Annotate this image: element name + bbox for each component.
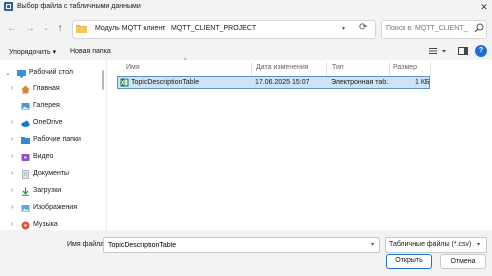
filename-input[interactable] (103, 237, 380, 253)
sidebar-item-label: Рабочий стол (29, 69, 73, 76)
sidebar-item-work-folders[interactable]: › Рабочие папки (0, 133, 104, 149)
sidebar-item-label: Музыка (33, 221, 58, 228)
home-icon (21, 85, 30, 94)
back-arrow-icon[interactable]: ← (5, 22, 19, 36)
folder-icon (76, 25, 87, 33)
file-type-filter-value: Табличные файлы (*.csv) (389, 241, 472, 248)
onedrive-icon (21, 120, 30, 127)
column-header-name[interactable]: Имя (126, 64, 140, 71)
filter-dropdown-chevron-icon[interactable]: ▾ (477, 241, 480, 248)
documents-icon (22, 170, 29, 179)
preview-pane-icon[interactable] (458, 46, 468, 56)
chevron-right-icon[interactable]: › (11, 85, 13, 92)
sidebar-item-label: Видео (33, 153, 54, 160)
sidebar-item-pictures[interactable]: › Изображения (0, 201, 104, 217)
sidebar-item-desktop[interactable]: ⌄ Рабочий стол (0, 66, 104, 82)
chevron-down-icon[interactable]: ⌄ (5, 69, 11, 77)
file-date: 17.06.2025 15:07 (255, 79, 310, 86)
sidebar-item-home[interactable]: › Главная (0, 82, 104, 98)
chevron-right-icon[interactable]: › (11, 187, 13, 194)
work-folders-icon (21, 137, 30, 144)
sidebar-item-documents[interactable]: › Документы (0, 167, 104, 183)
view-options-icon[interactable] (428, 46, 448, 56)
refresh-icon[interactable]: ⟳ (359, 22, 367, 33)
sidebar-scrollbar[interactable] (102, 70, 104, 90)
breadcrumb-item[interactable]: Модуль MQTT клиент (95, 25, 166, 32)
chevron-right-icon[interactable]: › (11, 170, 13, 177)
search-icon[interactable] (474, 23, 484, 33)
gallery-icon (21, 103, 30, 110)
sidebar-item-gallery[interactable]: Галерея (0, 99, 104, 115)
cancel-button[interactable]: Отмена (440, 254, 486, 269)
navigation-pane: ⌄ Рабочий стол › Главная Галерея › OneDr… (0, 60, 104, 230)
sidebar-item-onedrive[interactable]: › OneDrive (0, 116, 104, 132)
recent-locations-chevron-icon[interactable]: ⌄ (39, 22, 53, 36)
filename-label: Имя файла: (67, 241, 107, 248)
pane-divider[interactable] (106, 60, 107, 230)
app-icon (4, 2, 13, 11)
filename-dropdown-chevron-icon[interactable]: ▾ (371, 241, 374, 248)
sidebar-item-downloads[interactable]: › Загрузки (0, 184, 104, 200)
help-icon[interactable]: ? (475, 45, 487, 57)
chevron-right-icon[interactable]: › (11, 153, 13, 160)
column-header-date[interactable]: Дата изменения (256, 64, 309, 71)
column-divider[interactable] (389, 62, 390, 76)
open-button[interactable]: Открыть (386, 254, 432, 269)
breadcrumb-separator: › (162, 25, 165, 32)
sidebar-item-label: Главная (33, 85, 60, 92)
search-placeholder: Поиск в: MQTT_CLIENT_PR... (386, 25, 468, 32)
column-header-size[interactable]: Размер (393, 64, 417, 71)
file-type: Электронная таб... (331, 79, 389, 86)
column-divider[interactable] (430, 62, 431, 76)
spreadsheet-file-icon (120, 78, 129, 87)
pictures-icon (21, 205, 30, 212)
address-dropdown-chevron-icon[interactable]: ▾ (342, 25, 345, 32)
sidebar-item-video[interactable]: › Видео (0, 150, 104, 166)
downloads-icon (22, 187, 29, 196)
chevron-right-icon[interactable]: › (11, 119, 13, 126)
sidebar-item-label: Изображения (33, 204, 77, 211)
chevron-right-icon[interactable]: › (11, 221, 13, 228)
close-button[interactable]: ✕ (476, 0, 492, 14)
file-name: TopicDescriptionTable (131, 79, 200, 86)
organize-button[interactable]: Упорядочить ▾ (9, 48, 56, 56)
sidebar-item-label: Документы (33, 170, 70, 177)
sidebar-item-label: OneDrive (33, 119, 63, 126)
window-title: Выбор файла с табличными данными (17, 3, 141, 10)
sidebar-item-label: Галерея (33, 102, 60, 109)
sidebar-item-label: Загрузки (33, 187, 62, 194)
breadcrumb-item[interactable]: MQTT_CLIENT_PROJECT (171, 25, 256, 32)
music-icon (21, 221, 30, 230)
chevron-right-icon[interactable]: › (11, 136, 13, 143)
chevron-right-icon[interactable]: › (11, 204, 13, 211)
column-divider[interactable] (326, 62, 327, 76)
sidebar-item-label: Рабочие папки (33, 136, 81, 143)
column-divider[interactable] (251, 62, 252, 76)
column-header-type[interactable]: Тип (332, 64, 344, 71)
forward-arrow-icon[interactable]: → (23, 22, 37, 36)
new-folder-button[interactable]: Новая папка (70, 48, 111, 55)
file-size: 1 КБ (415, 79, 430, 86)
video-icon (21, 154, 30, 161)
up-arrow-icon[interactable]: ↑ (53, 22, 67, 36)
desktop-icon (17, 70, 26, 78)
